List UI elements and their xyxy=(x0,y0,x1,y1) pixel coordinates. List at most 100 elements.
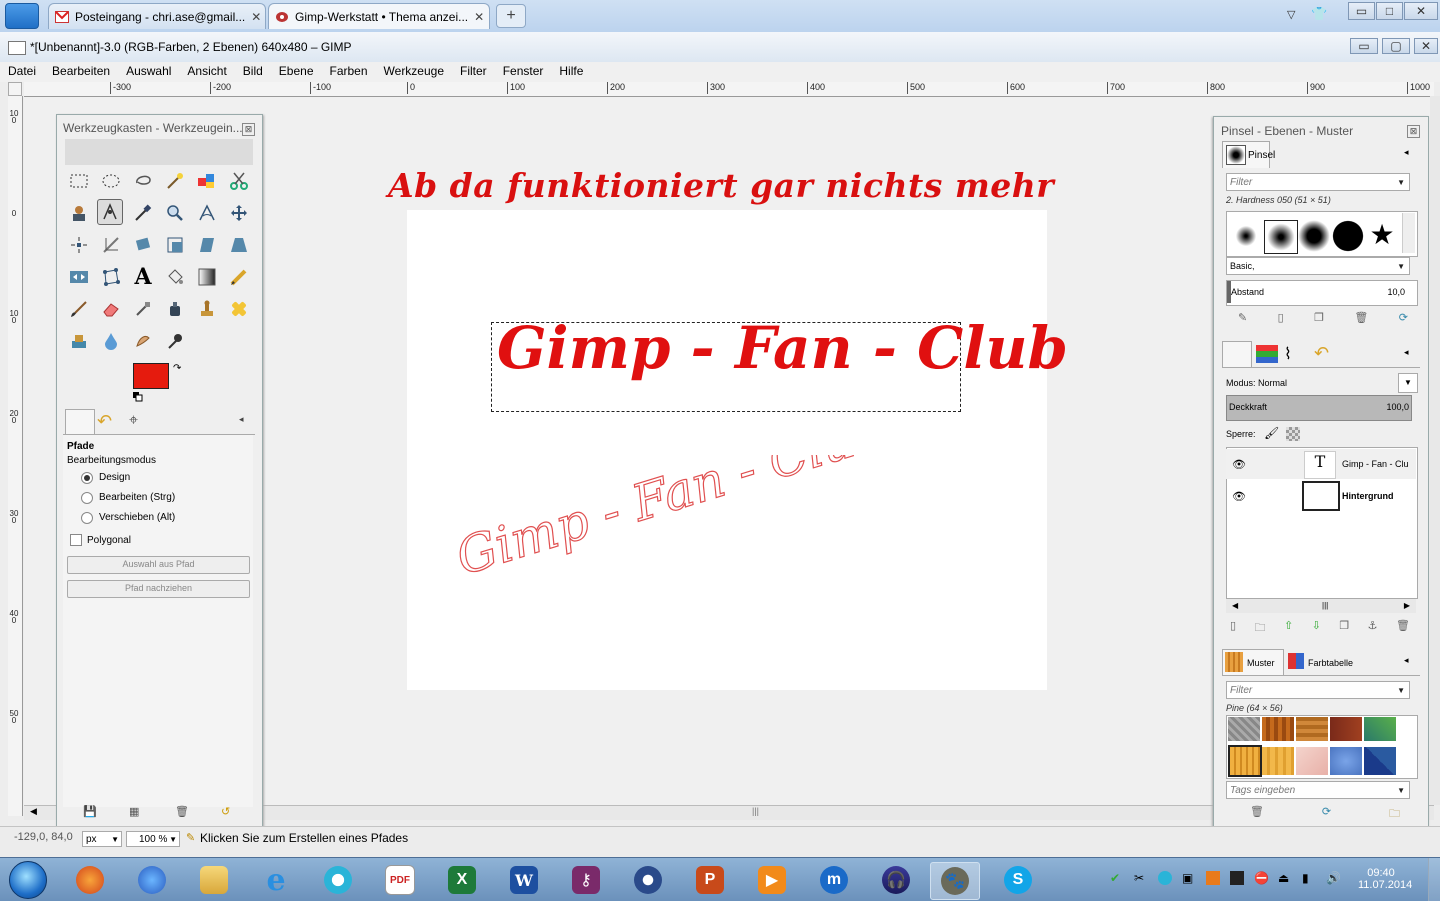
close-icon[interactable]: ⊠ xyxy=(1407,125,1420,138)
start-button[interactable] xyxy=(2,858,54,901)
scroll-grip-icon[interactable]: ||| xyxy=(752,806,759,816)
menu-farben[interactable]: Farben xyxy=(322,62,376,82)
brush-filter-field[interactable]: Filter ▼ xyxy=(1226,173,1410,191)
menu-bearbeiten[interactable]: Bearbeiten xyxy=(44,62,118,82)
ellipse-select-tool-icon[interactable] xyxy=(99,169,123,193)
cage-transform-tool-icon[interactable] xyxy=(99,265,123,289)
anchor-layer-icon[interactable]: ⚓ xyxy=(1368,619,1378,635)
pattern-item[interactable] xyxy=(1296,717,1328,741)
bucket-fill-tool-icon[interactable] xyxy=(163,265,187,289)
opacity-slider[interactable]: Deckkraft 100,0 xyxy=(1226,395,1412,421)
vertical-scrollbar[interactable] xyxy=(1430,96,1440,805)
undo-tab-icon[interactable]: ↶ xyxy=(1314,343,1329,364)
configure-tab-icon[interactable]: ◂ xyxy=(1404,147,1409,158)
menu-datei[interactable]: Datei xyxy=(0,62,44,82)
tray-monitor-icon[interactable] xyxy=(1230,871,1244,885)
blur-tool-icon[interactable] xyxy=(99,329,123,353)
paintbrush-tool-icon[interactable] xyxy=(67,297,91,321)
taskbar-firefox[interactable] xyxy=(66,862,114,898)
taskbar-maxthon[interactable]: m xyxy=(810,862,858,898)
scale-tool-icon[interactable] xyxy=(163,233,187,257)
tray-check-icon[interactable]: ✔ xyxy=(1110,871,1124,885)
tray-circle-icon[interactable] xyxy=(1158,871,1172,885)
lock-pixels-icon[interactable]: 🖌 xyxy=(1264,426,1279,440)
refresh-brushes-icon[interactable]: ⟳ xyxy=(1399,311,1408,327)
wilber-drop-area[interactable] xyxy=(65,139,253,165)
scroll-left-icon[interactable]: ◀ xyxy=(1232,601,1238,610)
gradient-tool-icon[interactable] xyxy=(195,265,219,289)
smudge-tool-icon[interactable] xyxy=(131,329,155,353)
delete-brush-icon[interactable]: 🗑 xyxy=(1354,311,1368,327)
star-brush-icon[interactable]: ★ xyxy=(1366,220,1398,252)
layer-row[interactable]: 👁 T Gimp - Fan - Clu xyxy=(1226,449,1416,479)
foreground-select-tool-icon[interactable] xyxy=(67,201,91,225)
brush-item[interactable] xyxy=(1332,220,1364,252)
close-icon[interactable]: ✕ xyxy=(468,10,484,24)
pattern-tags-field[interactable]: Tags eingeben ▼ xyxy=(1226,781,1410,799)
vertical-ruler[interactable]: 100 0 100 200 300 400 500 xyxy=(8,96,23,816)
perspective-clone-tool-icon[interactable] xyxy=(67,329,91,353)
lower-layer-icon[interactable]: ⇩ xyxy=(1312,619,1321,635)
gimp-close-button[interactable]: ✕ xyxy=(1414,38,1438,54)
refresh-patterns-icon[interactable]: ⟳ xyxy=(1322,805,1331,821)
configure-tab-icon[interactable]: ◂ xyxy=(239,414,244,425)
menu-ebene[interactable]: Ebene xyxy=(271,62,322,82)
tab-gimp-werkstatt[interactable]: Gimp-Werkstatt • Thema anzei... ✕ xyxy=(268,3,490,29)
tab-brushes[interactable]: Pinsel xyxy=(1222,141,1275,168)
clock[interactable]: 09:40 11.07.2014 xyxy=(1358,867,1412,891)
pattern-item[interactable] xyxy=(1262,747,1294,775)
scissors-tool-icon[interactable] xyxy=(227,169,251,193)
unit-combo[interactable]: px ▼ xyxy=(82,831,122,847)
delete-options-icon[interactable]: 🗑 xyxy=(175,805,189,818)
polygonal-checkbox[interactable] xyxy=(70,534,82,546)
taskbar-skype[interactable]: S xyxy=(994,862,1042,898)
dodge-burn-tool-icon[interactable] xyxy=(163,329,187,353)
delete-pattern-icon[interactable]: 🗑 xyxy=(1250,805,1264,821)
selection-from-path-button[interactable]: Auswahl aus Pfad xyxy=(67,556,250,574)
close-icon[interactable]: ⊠ xyxy=(242,123,255,136)
pattern-item[interactable] xyxy=(1330,747,1362,775)
taskbar-explorer[interactable] xyxy=(190,862,238,898)
volume-icon[interactable]: 🔊 xyxy=(1326,871,1341,885)
duplicate-brush-icon[interactable]: ❐ xyxy=(1314,311,1324,327)
restore-options-icon[interactable]: ▦ xyxy=(129,805,139,818)
pencil-tool-icon[interactable] xyxy=(227,265,251,289)
gimp-maximize-button[interactable]: ▢ xyxy=(1382,38,1410,54)
horizontal-ruler[interactable]: -300 -200 -100 0 100 200 300 400 500 600… xyxy=(24,82,1434,97)
paths-tab-icon[interactable]: ⌇ xyxy=(1284,344,1292,364)
undo-history-tab-icon[interactable]: ↶ xyxy=(97,411,112,432)
configure-tab-icon[interactable]: ◂ xyxy=(1404,347,1409,358)
radio-edit[interactable] xyxy=(81,492,93,504)
taskbar-pdf[interactable]: PDF xyxy=(376,862,424,898)
mode-dropdown-button[interactable]: ▼ xyxy=(1398,373,1418,393)
close-window-button[interactable]: ✕ xyxy=(1404,2,1438,20)
pattern-item[interactable] xyxy=(1262,717,1294,741)
brush-scrollbar[interactable] xyxy=(1402,213,1415,253)
channels-tab-icon[interactable] xyxy=(1256,345,1278,363)
reset-options-icon[interactable]: ↺ xyxy=(221,805,230,818)
foreground-color-swatch[interactable] xyxy=(133,363,169,389)
pattern-item[interactable] xyxy=(1296,747,1328,775)
tray-tool-icon[interactable]: ✂ xyxy=(1134,871,1148,885)
configure-tab-icon[interactable]: ◂ xyxy=(1404,655,1409,666)
menu-fenster[interactable]: Fenster xyxy=(495,62,552,82)
new-layer-icon[interactable]: ▯ xyxy=(1230,619,1236,635)
open-pattern-folder-icon[interactable]: 🗀 xyxy=(1389,805,1400,821)
airbrush-tool-icon[interactable] xyxy=(131,297,155,321)
shirt-icon[interactable]: 👕 xyxy=(1311,6,1327,22)
tray-usb-icon[interactable]: ⏏ xyxy=(1278,871,1292,885)
flip-tool-icon[interactable] xyxy=(67,265,91,289)
default-colors-icon[interactable] xyxy=(133,391,143,402)
brush-item[interactable] xyxy=(1298,220,1330,252)
brush-item[interactable] xyxy=(1230,220,1262,252)
palette-tab-icon[interactable] xyxy=(1288,653,1304,669)
brush-item-selected[interactable] xyxy=(1264,220,1298,254)
crop-tool-icon[interactable] xyxy=(99,233,123,257)
taskbar-ie[interactable]: e xyxy=(252,862,300,898)
ink-tool-icon[interactable] xyxy=(163,297,187,321)
new-brush-icon[interactable]: ▯ xyxy=(1278,311,1284,327)
measure-tool-icon[interactable] xyxy=(195,201,219,225)
save-options-icon[interactable]: 💾 xyxy=(83,805,97,818)
radio-design[interactable] xyxy=(81,472,93,484)
perspective-tool-icon[interactable] xyxy=(227,233,251,257)
